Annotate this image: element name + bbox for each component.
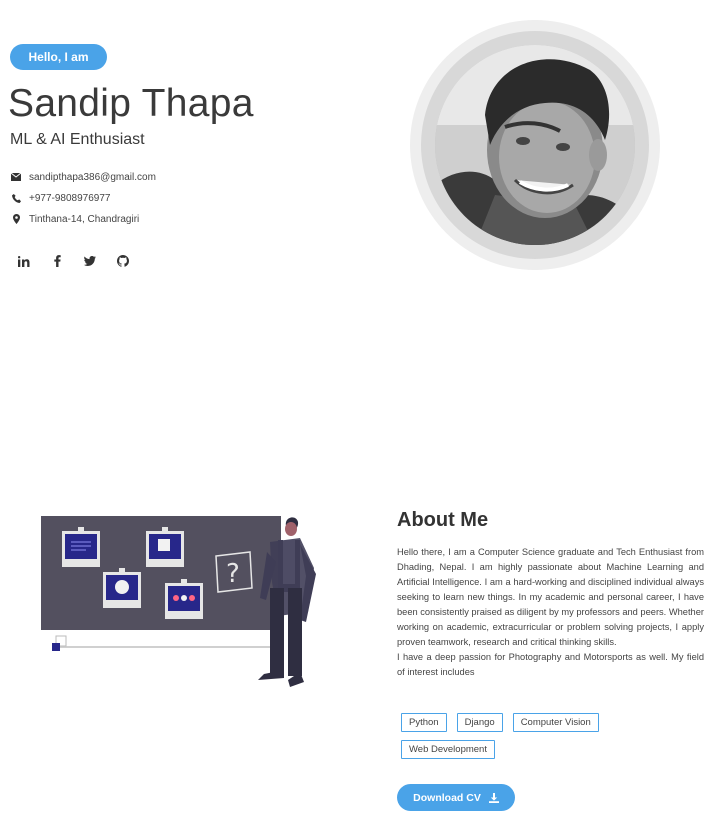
address-text: Tinthana-14, Chandragiri [29, 213, 140, 225]
linkedin-icon[interactable] [14, 252, 34, 270]
address-row: Tinthana-14, Chandragiri [10, 213, 139, 225]
twitter-icon[interactable] [80, 252, 100, 270]
phone-row: +977-9808976977 [10, 192, 110, 204]
profile-photo [435, 45, 635, 245]
tag-django: Django [456, 713, 503, 732]
social-links [14, 252, 146, 270]
profile-role: ML & AI Enthusiast [10, 131, 145, 148]
facebook-icon[interactable] [47, 252, 67, 270]
github-icon[interactable] [113, 252, 133, 270]
svg-text:?: ? [226, 559, 240, 589]
about-text: Hello there, I am a Computer Science gra… [397, 545, 704, 680]
download-cv-button[interactable]: Download CV [397, 784, 515, 811]
about-paragraph-1: Hello there, I am a Computer Science gra… [397, 547, 704, 647]
phone-text[interactable]: +977-9808976977 [29, 193, 110, 204]
tag-web-development: Web Development [401, 740, 495, 759]
hello-badge: Hello, I am [10, 44, 107, 70]
about-illustration: ? [38, 512, 328, 697]
about-title: About Me [397, 509, 489, 531]
map-marker-icon [10, 213, 22, 225]
tag-computer-vision: Computer Vision [512, 713, 599, 732]
interest-tags: Python Django Computer Vision Web Develo… [401, 713, 701, 767]
tag-python: Python [401, 713, 447, 732]
download-icon [488, 792, 499, 803]
phone-icon [10, 192, 22, 204]
profile-name: Sandip Thapa [8, 82, 254, 125]
email-text[interactable]: sandipthapa386@gmail.com [29, 172, 156, 183]
envelope-icon [10, 171, 22, 183]
download-cv-label: Download CV [413, 791, 481, 804]
about-paragraph-2: I have a deep passion for Photography an… [397, 652, 704, 677]
email-row: sandipthapa386@gmail.com [10, 171, 156, 183]
